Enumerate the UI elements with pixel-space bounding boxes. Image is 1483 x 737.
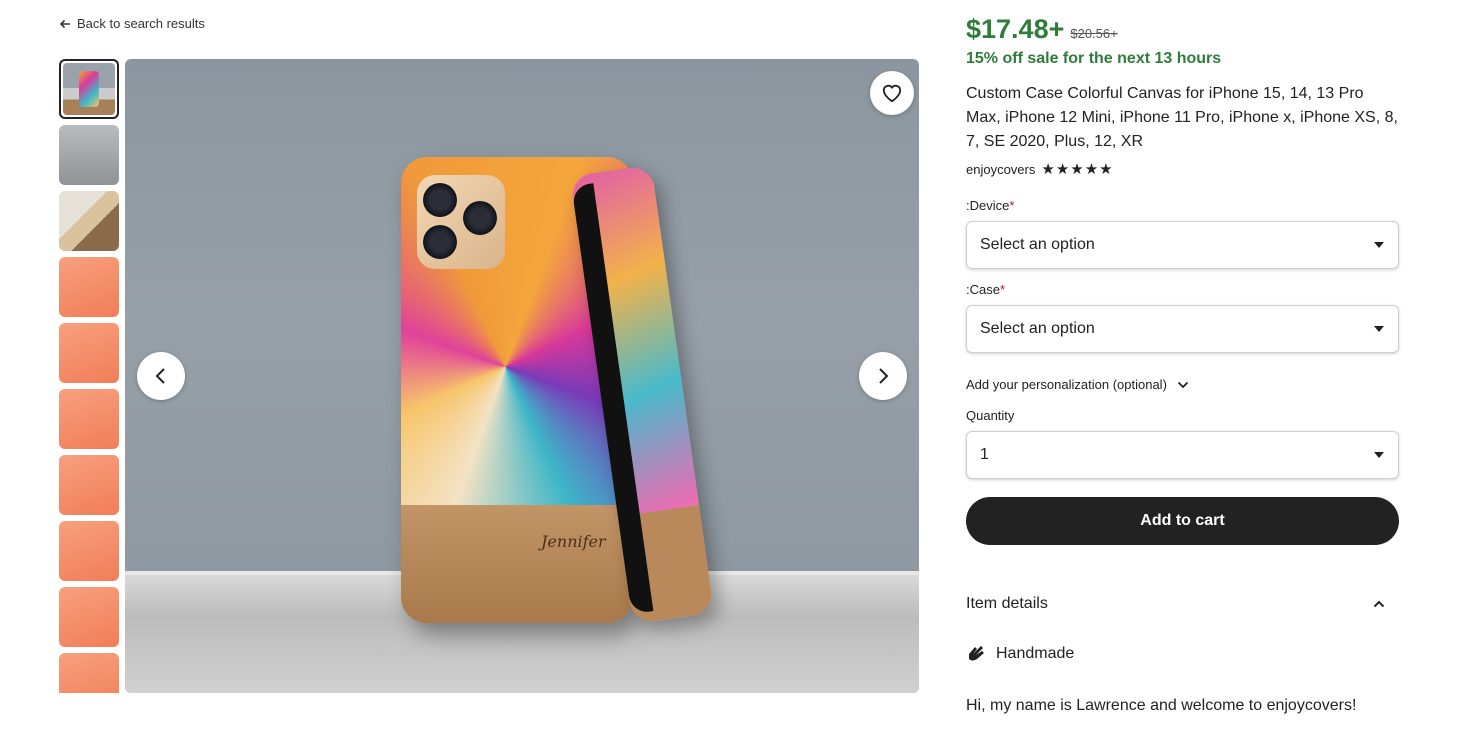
engraved-name: Jennifer [541,532,606,551]
heart-icon [882,84,902,103]
thumbnail-orange-1[interactable] [59,257,119,317]
quantity-value: 1 [980,446,989,463]
original-price: $20.56+ [1070,26,1118,41]
caret-down-icon [1374,452,1384,458]
case-select[interactable]: Select an option [966,305,1399,353]
item-details-toggle[interactable]: Item details [966,595,1399,613]
back-to-search-link[interactable]: Back to search results [59,16,205,31]
thumbnail-strip [59,59,119,693]
thumbnail-orange-5[interactable] [59,521,119,581]
seller-name[interactable]: enjoycovers [966,162,1035,177]
case-select-value: Select an option [980,320,1095,337]
main-product-image: Jennifer [125,59,919,693]
personalization-toggle[interactable]: Add your personalization (optional) [966,377,1189,392]
back-link-label: Back to search results [77,16,205,31]
previous-image-button[interactable] [137,352,185,400]
caret-down-icon [1374,242,1384,248]
device-select[interactable]: Select an option [966,221,1399,269]
description-text: Hi, my name is Lawrence and welcome to e… [966,697,1357,714]
product-title: Custom Case Colorful Canvas for iPhone 1… [966,85,1398,150]
thumbnail-orange-4[interactable] [59,455,119,515]
chevron-up-icon [1373,600,1385,608]
thumbnail-orange-7[interactable] [59,653,119,693]
quantity-select[interactable]: 1 [966,431,1399,479]
add-to-cart-button[interactable]: Add to cart [966,497,1399,545]
next-image-button[interactable] [859,352,907,400]
thumbnail-orange-2[interactable] [59,323,119,383]
caret-down-icon [1374,326,1384,332]
thumbnail-video[interactable] [59,125,119,185]
personalization-label: Add your personalization (optional) [966,377,1167,392]
device-label: :Device* [966,198,1015,213]
star-rating: ★★★★★ [1041,161,1114,178]
thumbnail-main-photo[interactable] [59,59,119,119]
current-price: $17.48+ [966,14,1065,44]
handmade-row: Handmade [966,644,1074,664]
quantity-label: Quantity [966,408,1015,423]
thumbnail-orange-3[interactable] [59,389,119,449]
favorite-button[interactable] [870,71,914,115]
thumbnail-hand-photo[interactable] [59,191,119,251]
case-label: :Case* [966,282,1006,297]
camera-module [417,175,505,269]
handmade-label: Handmade [996,645,1075,662]
sale-notice: 15% off sale for the next 13 hours [966,50,1222,67]
chevron-right-icon [879,368,889,384]
chevron-left-icon [155,368,165,384]
item-details-heading: Item details [966,595,1048,612]
device-select-value: Select an option [980,236,1095,253]
hand-icon [969,646,984,661]
arrow-left-icon [59,19,70,28]
chevron-down-icon [1177,381,1189,388]
thumbnail-orange-6[interactable] [59,587,119,647]
